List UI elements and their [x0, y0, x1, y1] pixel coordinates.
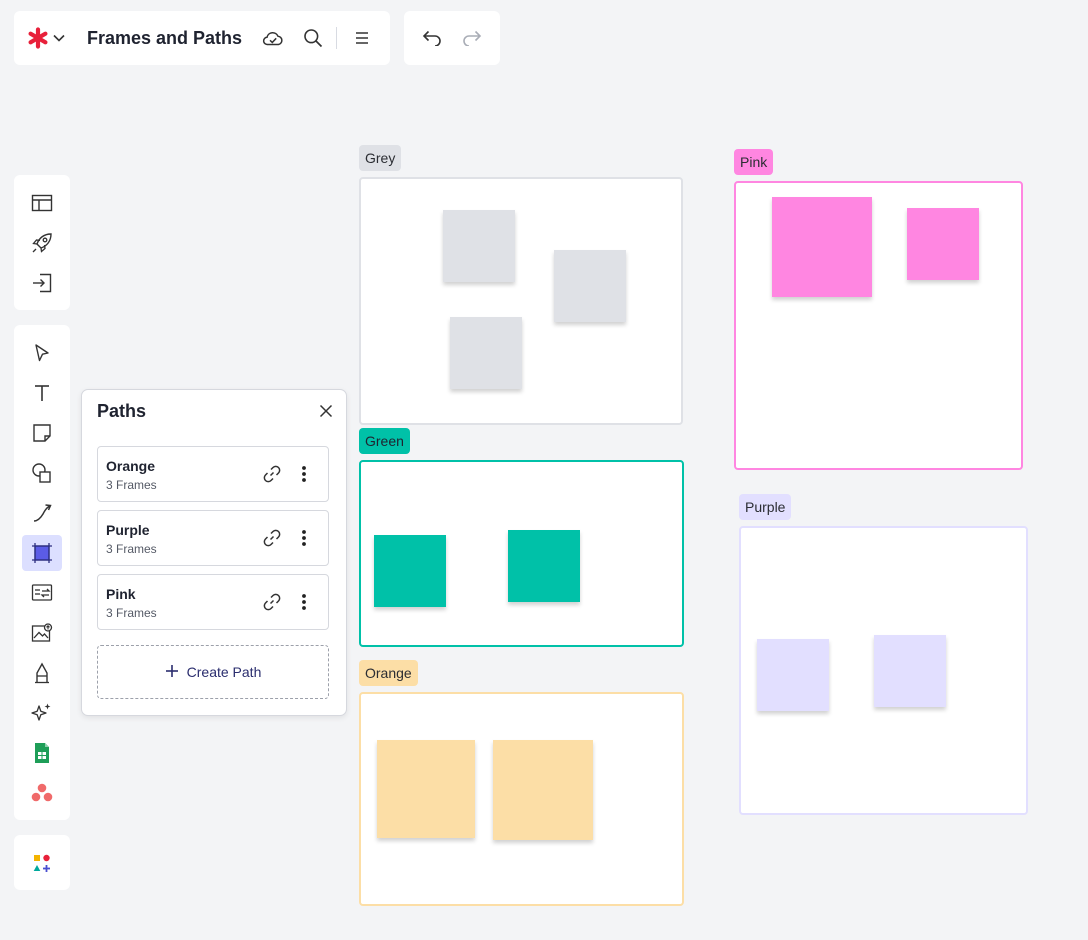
path-item-purple[interactable]: Purple 3 Frames [97, 510, 329, 566]
path-name: Orange [106, 458, 156, 474]
create-path-label: Create Path [186, 664, 262, 680]
path-name: Pink [106, 586, 136, 602]
path-frame-count: 3 Frames [106, 478, 157, 492]
redo-icon[interactable] [460, 27, 484, 49]
frame-label-green[interactable]: Green [359, 428, 410, 454]
add-shapes-icon[interactable] [22, 845, 62, 881]
frame-orange[interactable] [359, 692, 684, 906]
document-title[interactable]: Frames and Paths [87, 28, 242, 49]
document-header: Frames and Paths [14, 11, 390, 65]
rocket-icon[interactable] [22, 225, 62, 261]
toolbar-bottom [14, 835, 70, 890]
sticky-note[interactable] [554, 250, 626, 322]
template-icon[interactable] [22, 185, 62, 221]
asterisk-logo-icon[interactable] [26, 26, 50, 50]
sticky-note[interactable] [377, 740, 475, 838]
close-icon[interactable] [316, 401, 336, 421]
plus-icon [165, 664, 179, 681]
frame-label-orange[interactable]: Orange [359, 660, 418, 686]
paths-panel: Paths Orange 3 Frames Purple 3 Frames Pi… [81, 389, 347, 716]
import-icon[interactable] [22, 265, 62, 301]
chevron-down-icon[interactable] [52, 31, 66, 45]
sticky-note[interactable] [772, 197, 872, 297]
asana-icon[interactable] [22, 775, 62, 811]
history-controls [404, 11, 500, 65]
swap-card-icon[interactable] [22, 575, 62, 611]
google-sheets-icon[interactable] [22, 735, 62, 771]
select-pointer-icon[interactable] [22, 335, 62, 371]
more-options-icon[interactable] [295, 528, 313, 548]
frame-green[interactable] [359, 460, 684, 647]
frame-pink[interactable] [734, 181, 1023, 470]
frame-grey[interactable] [359, 177, 683, 425]
cloud-saved-icon[interactable] [261, 28, 285, 48]
link-icon[interactable] [262, 592, 282, 612]
shapes-icon[interactable] [22, 455, 62, 491]
connector-line-icon[interactable] [22, 495, 62, 531]
frame-label-pink[interactable]: Pink [734, 149, 774, 175]
sticky-note-icon[interactable] [22, 415, 62, 451]
toolbar-top [14, 175, 70, 310]
menu-icon[interactable] [352, 28, 372, 48]
divider [336, 27, 337, 49]
search-icon[interactable] [302, 27, 324, 49]
frame-label-grey[interactable]: Grey [359, 145, 402, 171]
frame-label-purple[interactable]: Purple [739, 494, 792, 520]
text-icon[interactable] [22, 375, 62, 411]
path-name: Purple [106, 522, 150, 538]
link-icon[interactable] [262, 464, 282, 484]
more-options-icon[interactable] [295, 464, 313, 484]
toolbar-main [14, 325, 70, 820]
path-item-orange[interactable]: Orange 3 Frames [97, 446, 329, 502]
create-path-button[interactable]: Create Path [97, 645, 329, 699]
path-frame-count: 3 Frames [106, 542, 157, 556]
undo-icon[interactable] [420, 27, 444, 49]
ai-sparkle-icon[interactable] [22, 695, 62, 731]
sticky-note[interactable] [493, 740, 593, 840]
more-options-icon[interactable] [295, 592, 313, 612]
frames-icon[interactable] [22, 535, 62, 571]
path-frame-count: 3 Frames [106, 606, 157, 620]
path-item-pink[interactable]: Pink 3 Frames [97, 574, 329, 630]
paths-panel-title: Paths [97, 401, 147, 421]
link-icon[interactable] [262, 528, 282, 548]
image-upload-icon[interactable] [22, 615, 62, 651]
sticky-note[interactable] [874, 635, 946, 707]
sticky-note[interactable] [907, 208, 979, 280]
sticky-note[interactable] [443, 210, 515, 282]
sticky-note[interactable] [508, 530, 580, 602]
sticky-note[interactable] [450, 317, 522, 389]
pen-icon[interactable] [22, 655, 62, 691]
sticky-note[interactable] [374, 535, 446, 607]
sticky-note[interactable] [757, 639, 829, 711]
frame-purple[interactable] [739, 526, 1028, 815]
